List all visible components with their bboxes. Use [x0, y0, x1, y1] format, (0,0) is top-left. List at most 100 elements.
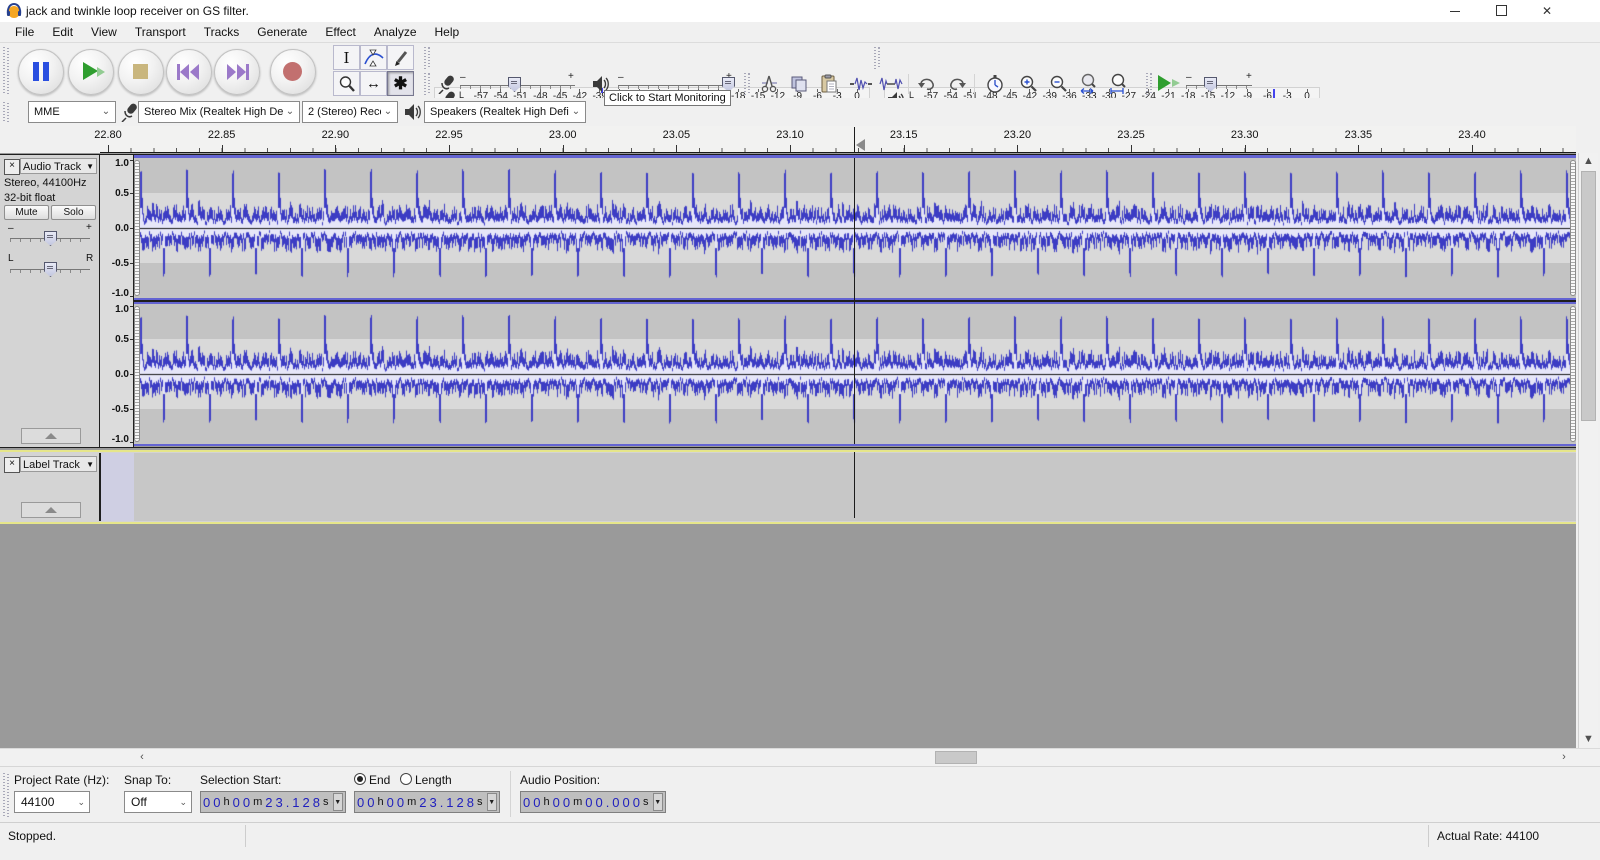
label-track-title-menu[interactable]: Label Track▼ [20, 456, 97, 472]
audio-position-field[interactable]: 00h 00m 00.000s ▼ [520, 791, 666, 813]
selection-end-field[interactable]: 00h 00m 23.128s ▼ [354, 791, 500, 813]
clip-left-handle[interactable] [134, 306, 140, 442]
clip-right-handle[interactable] [1570, 160, 1576, 296]
record-button[interactable] [270, 49, 316, 95]
audio-track-vertical-ruler[interactable]: 1.00.50.0-0.5-1.01.00.50.0-0.5-1.0 [100, 155, 134, 447]
menu-item-edit[interactable]: Edit [43, 23, 82, 41]
vertical-scroll-thumb[interactable] [1581, 171, 1596, 421]
audio-host-select[interactable]: MME⌄ [28, 101, 116, 123]
monitoring-tooltip[interactable]: Click to Start Monitoring [604, 90, 731, 106]
menu-item-analyze[interactable]: Analyze [365, 23, 426, 41]
trim-audio-button[interactable] [848, 72, 874, 96]
amplitude-label: 0.0 [115, 369, 129, 380]
maximize-button[interactable] [1478, 0, 1524, 22]
skip-to-start-button[interactable] [166, 49, 212, 95]
audio-track-collapse-button[interactable] [21, 428, 81, 444]
label-track-content[interactable] [134, 453, 1576, 521]
audio-track-panel[interactable]: × Audio Track▼ Stereo, 44100Hz 32-bit fl… [0, 155, 100, 447]
clip-left-handle[interactable] [134, 160, 140, 296]
stop-button[interactable] [118, 49, 164, 95]
silence-audio-button[interactable] [878, 72, 904, 96]
label-track-close-button[interactable]: × [4, 457, 20, 473]
undo-button[interactable] [914, 72, 940, 96]
mixer-toolbar-grabber[interactable] [424, 73, 431, 95]
mute-button[interactable]: Mute [4, 205, 49, 220]
recording-meter-grabber[interactable] [424, 47, 431, 69]
fit-project-button[interactable] [1106, 72, 1132, 96]
zoom-in-button[interactable] [1016, 72, 1042, 96]
skip-to-end-button[interactable] [214, 49, 260, 95]
menu-item-effect[interactable]: Effect [316, 23, 364, 41]
pause-icon [33, 62, 39, 81]
edit-toolbar-grabber[interactable] [744, 73, 751, 95]
sync-lock-button[interactable] [982, 72, 1008, 96]
project-rate-select[interactable]: 44100 ⌄ [14, 791, 90, 813]
end-radio-label[interactable]: End [369, 773, 390, 787]
recording-channels-select[interactable]: 2 (Stereo) Recor⌄ [302, 101, 398, 123]
pause-button[interactable] [18, 49, 64, 95]
timefield-dropdown-icon[interactable]: ▼ [333, 793, 344, 811]
menu-item-file[interactable]: File [6, 23, 43, 41]
vertical-scrollbar[interactable]: ▲︎ ▼︎ [1578, 153, 1598, 748]
scroll-right-arrow-icon[interactable]: › [1556, 751, 1572, 763]
horizontal-scrollbar[interactable]: ‹ › [0, 748, 1600, 766]
solo-button[interactable]: Solo [51, 205, 96, 220]
recording-device-select[interactable]: Stereo Mix (Realtek High Defi⌄ [138, 101, 300, 123]
paste-button[interactable] [816, 72, 842, 96]
menu-item-tracks[interactable]: Tracks [195, 23, 249, 41]
time-shift-tool-button[interactable]: ↔ [360, 71, 387, 96]
end-radio[interactable] [354, 773, 366, 785]
transcription-toolbar-grabber[interactable] [1146, 73, 1153, 95]
pencil-icon [392, 49, 410, 67]
waveform-right-channel[interactable] [134, 304, 1576, 444]
quick-play-marker-icon[interactable] [856, 139, 865, 151]
transport-toolbar-grabber[interactable] [3, 47, 10, 95]
label-track-collapse-button[interactable] [21, 502, 81, 518]
selection-start-field[interactable]: 00h 00m 23.128s ▼ [200, 791, 346, 813]
zoom-tool-button[interactable] [333, 71, 360, 96]
fit-selection-button[interactable] [1076, 72, 1102, 96]
minimize-button[interactable] [1432, 0, 1478, 22]
mixer-playback-minus: – [618, 72, 624, 83]
pan-slider-thumb[interactable] [44, 262, 57, 277]
chevron-down-icon: ⌄ [283, 102, 297, 122]
copy-button[interactable] [786, 72, 812, 96]
device-toolbar-grabber[interactable] [3, 102, 10, 122]
clip-right-handle[interactable] [1570, 306, 1576, 442]
timefield-dropdown-icon[interactable]: ▼ [487, 793, 498, 811]
scroll-left-arrow-icon[interactable]: ‹ [134, 751, 150, 763]
multi-tool-button[interactable]: ✱ [387, 71, 414, 96]
close-button[interactable]: ✕ [1524, 0, 1570, 22]
menu-item-help[interactable]: Help [426, 23, 469, 41]
gain-slider-thumb[interactable] [44, 231, 57, 246]
waveform-left-channel[interactable] [134, 158, 1576, 298]
menu-item-transport[interactable]: Transport [126, 23, 195, 41]
amplitude-label: 0.5 [115, 334, 129, 345]
playback-meter-grabber[interactable] [874, 47, 881, 69]
play-at-speed-button[interactable] [1158, 75, 1171, 91]
scroll-up-arrow-icon[interactable]: ▲︎ [1579, 155, 1598, 167]
menu-item-generate[interactable]: Generate [248, 23, 316, 41]
length-radio[interactable] [400, 773, 412, 785]
label-track[interactable]: × Label Track▼ [0, 450, 1576, 524]
draw-tool-button[interactable] [387, 45, 414, 70]
redo-button[interactable] [944, 72, 970, 96]
snap-to-select[interactable]: Off ⌄ [124, 791, 192, 813]
audio-track-title-menu[interactable]: Audio Track▼ [20, 158, 97, 174]
zoom-out-button[interactable] [1046, 72, 1072, 96]
menu-item-view[interactable]: View [82, 23, 126, 41]
playback-device-select[interactable]: Speakers (Realtek High Defin⌄ [424, 101, 586, 123]
scroll-down-arrow-icon[interactable]: ▼︎ [1579, 733, 1598, 745]
length-radio-label[interactable]: Length [415, 773, 452, 787]
envelope-tool-button[interactable] [360, 45, 387, 70]
track-menu-arrow-icon: ▼ [86, 457, 94, 473]
horizontal-scroll-thumb[interactable] [935, 751, 977, 764]
selection-tool-button[interactable]: I [333, 45, 360, 70]
cut-button[interactable] [756, 72, 782, 96]
play-button[interactable] [68, 49, 114, 95]
timefield-dropdown-icon[interactable]: ▼ [653, 793, 664, 811]
audio-track-close-button[interactable]: × [4, 159, 20, 175]
label-track-panel[interactable]: × Label Track▼ [0, 453, 100, 521]
timeline-ruler[interactable]: 22.8022.8522.9022.9523.0023.0523.1023.15… [100, 126, 1576, 153]
selection-toolbar-grabber[interactable] [3, 773, 10, 817]
